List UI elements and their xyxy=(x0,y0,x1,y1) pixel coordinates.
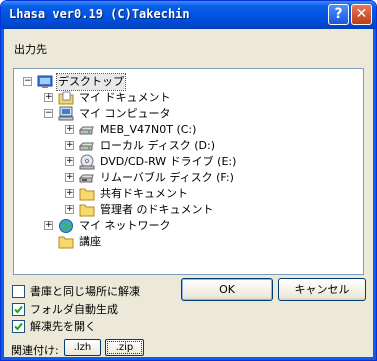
hard-drive-icon xyxy=(79,142,94,151)
my-computer-icon xyxy=(58,106,74,121)
help-button[interactable]: ? xyxy=(328,4,349,25)
tree-item-label: MEB_V47N0T (C:) xyxy=(100,123,197,136)
expand-toggle[interactable]: + xyxy=(65,205,74,214)
window-frame-left xyxy=(1,29,4,360)
tree-item-label: 共有ドキュメント xyxy=(100,187,188,200)
window-title: Lhasa ver0.19 (C)Takechin xyxy=(9,7,190,21)
folder-icon xyxy=(58,236,74,249)
desktop-icon xyxy=(37,75,53,88)
tree-item-label: デスクトップ xyxy=(56,73,126,91)
associate-zip-button[interactable]: .zip xyxy=(105,339,144,356)
checkmark-icon xyxy=(14,322,23,331)
expand-toggle[interactable]: + xyxy=(65,173,74,182)
hard-drive-icon xyxy=(79,126,94,135)
expand-toggle[interactable]: + xyxy=(44,93,53,102)
folder-icon xyxy=(79,188,95,201)
ok-button[interactable]: OK xyxy=(181,278,273,301)
checkmark-icon xyxy=(14,305,23,314)
tree-item-label: 管理者 のドキュメント xyxy=(100,203,214,216)
checkbox-checked[interactable] xyxy=(12,303,25,316)
close-button[interactable]: ✕ xyxy=(351,4,372,25)
folder-tree-view[interactable]: − デスクトップ + マイ ドキュメント − マイ コンピュータ + MEB_V… xyxy=(13,68,364,275)
tree-item-label: ローカル ディスク (D:) xyxy=(100,139,215,152)
removable-disk-icon xyxy=(79,174,94,183)
destination-label: 出力先 xyxy=(14,43,47,56)
checkbox-checked[interactable] xyxy=(12,320,25,333)
expand-toggle[interactable]: + xyxy=(44,221,53,230)
expand-toggle[interactable]: + xyxy=(65,157,74,166)
checkbox-label: 書庫と同じ場所に解凍 xyxy=(30,285,140,298)
dvd-drive-icon xyxy=(79,154,95,170)
collapse-toggle[interactable]: − xyxy=(23,77,32,86)
tree-item-label: 講座 xyxy=(79,235,101,248)
tree-item-label: DVD/CD-RW ドライブ (E:) xyxy=(100,155,237,168)
my-documents-icon xyxy=(58,91,74,105)
expand-toggle[interactable]: + xyxy=(65,189,74,198)
association-label: 関連付け: xyxy=(11,344,59,357)
collapse-toggle[interactable]: − xyxy=(44,109,53,118)
checkbox-label: フォルダ自動生成 xyxy=(30,303,118,316)
tree-item-label: リムーバブル ディスク (F:) xyxy=(100,171,234,184)
associate-lzh-button[interactable]: .lzh xyxy=(64,339,101,356)
folder-icon xyxy=(79,204,95,217)
expand-toggle[interactable]: + xyxy=(65,141,74,150)
tree-item-label: マイ ドキュメント xyxy=(79,91,171,104)
checkbox-label: 解凍先を開く xyxy=(30,320,96,333)
network-icon xyxy=(59,219,73,233)
checkbox-unchecked[interactable] xyxy=(12,285,25,298)
tree-item-label: マイ コンピュータ xyxy=(79,107,171,120)
lhasa-dialog-window: Lhasa ver0.19 (C)Takechin ? ✕ 出力先 − デスクト… xyxy=(0,0,377,361)
expand-toggle[interactable]: + xyxy=(65,125,74,134)
window-frame-right xyxy=(373,29,376,360)
tree-item-label: マイ ネットワーク xyxy=(79,219,171,232)
cancel-button[interactable]: キャンセル xyxy=(278,278,366,301)
title-bar[interactable]: Lhasa ver0.19 (C)Takechin ? ✕ xyxy=(1,1,376,29)
